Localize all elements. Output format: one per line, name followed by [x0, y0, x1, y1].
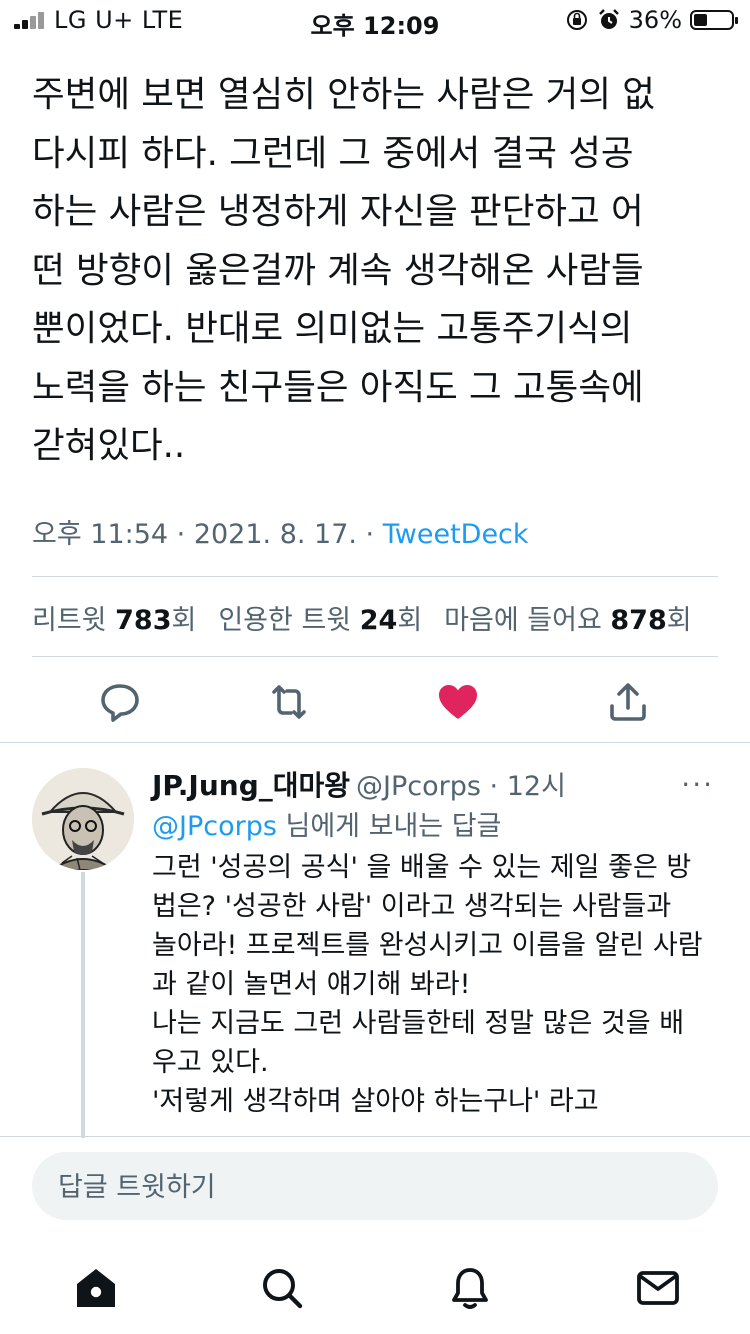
avatar-portrait [32, 768, 134, 870]
share-icon[interactable] [604, 678, 652, 726]
like-icon[interactable] [434, 678, 482, 726]
tweet-timestamp: 오후 11:54 · 2021. 8. 17. · [32, 519, 383, 550]
tweet-meta: 오후 11:54 · 2021. 8. 17. · TweetDeck [32, 512, 529, 551]
tweet-stats: 리트윗 783회 인용한 트윗 24회 마음에 들어요 878회 [32, 598, 692, 637]
messages-icon[interactable] [634, 1264, 682, 1312]
rotation-lock-icon [566, 10, 587, 30]
battery-percent: 36% [628, 6, 682, 34]
quote-tweets-stat[interactable]: 인용한 트윗 24회 [218, 598, 422, 637]
thread-line [81, 872, 85, 1138]
tweet-action-bar [0, 672, 750, 732]
tweet-source-link[interactable]: TweetDeck [383, 519, 529, 550]
reply-input[interactable] [32, 1152, 680, 1222]
status-bar: LG U+ LTE 오후 12:09 36% [0, 0, 750, 40]
more-options-icon[interactable]: ··· [681, 768, 714, 801]
divider [32, 576, 718, 577]
battery-icon [690, 10, 738, 30]
likes-stat[interactable]: 마음에 들어요 878회 [444, 598, 691, 637]
divider [32, 656, 718, 657]
home-icon[interactable] [72, 1264, 120, 1312]
replying-to: @JPcorps 님에게 보내는 답글 [152, 811, 502, 842]
reply-text: 그런 '성공의 공식' 을 배울 수 있는 제일 좋은 방 법은? '성공한 사… [152, 852, 703, 1117]
notifications-icon[interactable] [446, 1264, 494, 1312]
retweet-icon[interactable] [265, 678, 313, 726]
retweets-stat[interactable]: 리트윗 783회 [32, 598, 196, 637]
avatar[interactable] [32, 768, 134, 870]
replying-to-handle-link[interactable]: @JPcorps [152, 811, 277, 842]
tweet-text: 주변에 보면 열심히 안하는 사람은 거의 없 다시피 하다. 그런데 그 중에… [32, 74, 655, 466]
search-icon[interactable] [258, 1264, 306, 1312]
reply-author-name[interactable]: JP.Jung_대마왕 [152, 764, 350, 804]
divider [0, 1136, 750, 1137]
reply-composer[interactable] [32, 1152, 718, 1222]
reply-header: JP.Jung_대마왕 @JPcorps · 12시 [152, 764, 566, 804]
divider [0, 742, 750, 743]
reply-author-handle: @JPcorps · 12시 [356, 771, 566, 802]
tab-bar [0, 1250, 750, 1334]
reply-icon[interactable] [96, 678, 144, 726]
alarm-icon [598, 9, 619, 29]
